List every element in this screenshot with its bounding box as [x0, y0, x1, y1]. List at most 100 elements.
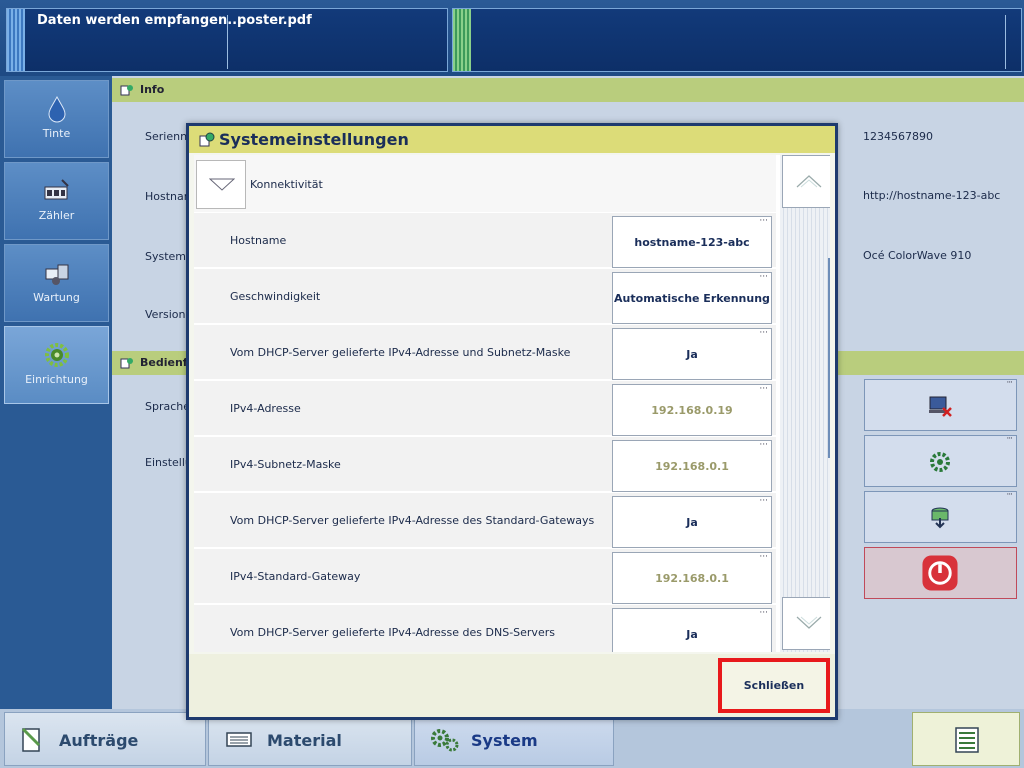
disconnect-button[interactable]: ··· [864, 378, 1017, 431]
dhcp-dns-value-button[interactable]: ··· Ja [612, 608, 772, 652]
maintenance-icon [45, 264, 68, 285]
tab-system[interactable]: System [414, 712, 614, 766]
settings-title-icon [199, 132, 215, 147]
nav-tinte[interactable]: Tinte [4, 80, 109, 158]
status-bar: Daten werden empfangen... poster.pdf [0, 0, 1024, 76]
setting-label: IPv4-Adresse [230, 402, 301, 415]
setting-label: Geschwindigkeit [230, 290, 321, 303]
status-accent [7, 9, 25, 71]
setting-label: Vom DHCP-Server gelieferte IPv4-Adresse … [230, 346, 571, 359]
more-indicator: ··· [759, 608, 768, 618]
nav-label: Einrichtung [25, 373, 88, 386]
setting-label: IPv4-Subnetz-Maske [230, 458, 341, 471]
chevron-down-icon [796, 616, 822, 629]
close-button[interactable]: Schließen [718, 658, 830, 713]
more-indicator: ··· [1006, 378, 1013, 388]
scroll-down-button[interactable] [782, 597, 830, 650]
tab-auftraege[interactable]: Aufträge [4, 712, 206, 766]
download-icon [931, 507, 949, 529]
tab-material[interactable]: Material [208, 712, 412, 766]
status-file: poster.pdf [237, 13, 312, 28]
nav-zaehler[interactable]: Zähler [4, 162, 109, 240]
printer-status-divider [1005, 15, 1006, 69]
install-button[interactable]: ··· [864, 490, 1017, 543]
setting-row-dhcp-gateway: Vom DHCP-Server gelieferte IPv4-Adresse … [194, 492, 776, 548]
info-section-icon [120, 85, 133, 96]
nav-einrichtung[interactable]: Einrichtung [4, 326, 109, 404]
setting-value: hostname-123-abc [634, 236, 750, 249]
setting-value: 192.168.0.1 [655, 460, 729, 473]
setting-label: Hostname [230, 234, 287, 247]
more-indicator: ··· [759, 328, 768, 338]
nav-label: Zähler [38, 209, 75, 222]
printer-status-panel[interactable] [452, 8, 1022, 72]
dhcp-gateway-value-button[interactable]: ··· Ja [612, 496, 772, 548]
category-toggle-button[interactable] [196, 160, 246, 209]
setting-value: Ja [686, 628, 698, 641]
setting-value: Ja [686, 348, 698, 361]
scroll-up-button[interactable] [782, 155, 830, 208]
more-indicator: ··· [759, 384, 768, 394]
speed-value-button[interactable]: ··· Automatische Erkennung [612, 272, 772, 324]
ink-drop-icon [47, 95, 66, 123]
menu-button[interactable] [912, 712, 1020, 766]
category-label: Konnektivität [250, 178, 323, 191]
setting-value: Automatische Erkennung [614, 292, 770, 305]
job-status-panel[interactable]: Daten werden empfangen... poster.pdf [6, 8, 448, 72]
nav-label: Wartung [33, 291, 80, 304]
setting-row-subnet-mask: IPv4-Subnetz-Maske ··· 192.168.0.1 [194, 436, 776, 492]
scrollbar[interactable] [780, 155, 830, 652]
setting-value: 192.168.0.1 [655, 572, 729, 585]
setting-row-gateway: IPv4-Standard-Gateway ··· 192.168.0.1 [194, 548, 776, 604]
setting-label: IPv4-Standard-Gateway [230, 570, 361, 583]
material-icon [226, 732, 252, 747]
hostname-value-button[interactable]: ··· hostname-123-abc [612, 216, 772, 268]
ipv4-address-value[interactable]: ··· 192.168.0.19 [612, 384, 772, 436]
nav-wartung[interactable]: Wartung [4, 244, 109, 322]
shutdown-button[interactable] [864, 547, 1017, 599]
nav-label: Tinte [42, 127, 71, 140]
settings-label: Einstellu [145, 456, 192, 469]
chevron-up-icon [796, 175, 822, 188]
more-indicator: ··· [759, 272, 768, 282]
jobs-icon [21, 727, 41, 752]
subnet-mask-value[interactable]: ··· 192.168.0.1 [612, 440, 772, 492]
setting-row-speed: Geschwindigkeit ··· Automatische Erkennu… [194, 268, 776, 324]
info-header: Info [112, 78, 1024, 102]
printer-status-accent [453, 9, 471, 71]
category-row: Konnektivität [194, 155, 776, 212]
tab-label: System [471, 731, 538, 750]
more-indicator: ··· [1006, 434, 1013, 444]
more-indicator: ··· [1006, 490, 1013, 500]
setting-value: Ja [686, 516, 698, 529]
more-indicator: ··· [759, 496, 768, 506]
gear-icon [44, 343, 69, 367]
gateway-value[interactable]: ··· 192.168.0.1 [612, 552, 772, 604]
settings-list: Konnektivität Hostname ··· hostname-123-… [194, 155, 830, 652]
more-indicator: ··· [759, 440, 768, 450]
system-settings-dialog: Systemeinstellungen Konnektivität Hostna… [186, 123, 838, 720]
counter-icon [44, 179, 69, 200]
dhcp-ipv4-value-button[interactable]: ··· Ja [612, 328, 772, 380]
settings-gears-button[interactable]: ··· [864, 434, 1017, 487]
more-indicator: ··· [759, 552, 768, 562]
setting-value: 192.168.0.19 [651, 404, 733, 417]
setting-row-hostname: Hostname ··· hostname-123-abc [194, 212, 776, 268]
power-icon [922, 555, 958, 591]
menu-list-icon [955, 727, 979, 753]
operator-section-icon [120, 358, 133, 369]
dialog-footer: Schließen [189, 654, 835, 717]
gears-icon [930, 452, 950, 472]
tab-label: Aufträge [59, 731, 139, 750]
setting-row-dhcp-ipv4: Vom DHCP-Server gelieferte IPv4-Adresse … [194, 324, 776, 380]
dialog-title-bar: Systemeinstellungen [189, 126, 835, 153]
hostname-value: http://hostname-123-abc [863, 189, 1001, 202]
chevron-down-icon [209, 178, 235, 191]
scroll-thumb[interactable] [828, 258, 830, 458]
info-header-title: Info [140, 83, 165, 96]
tab-label: Material [267, 731, 342, 750]
system-gears-icon [431, 729, 459, 752]
more-indicator: ··· [759, 216, 768, 226]
language-label: Sprache [145, 400, 191, 413]
setting-row-dhcp-dns: Vom DHCP-Server gelieferte IPv4-Adresse … [194, 604, 776, 652]
